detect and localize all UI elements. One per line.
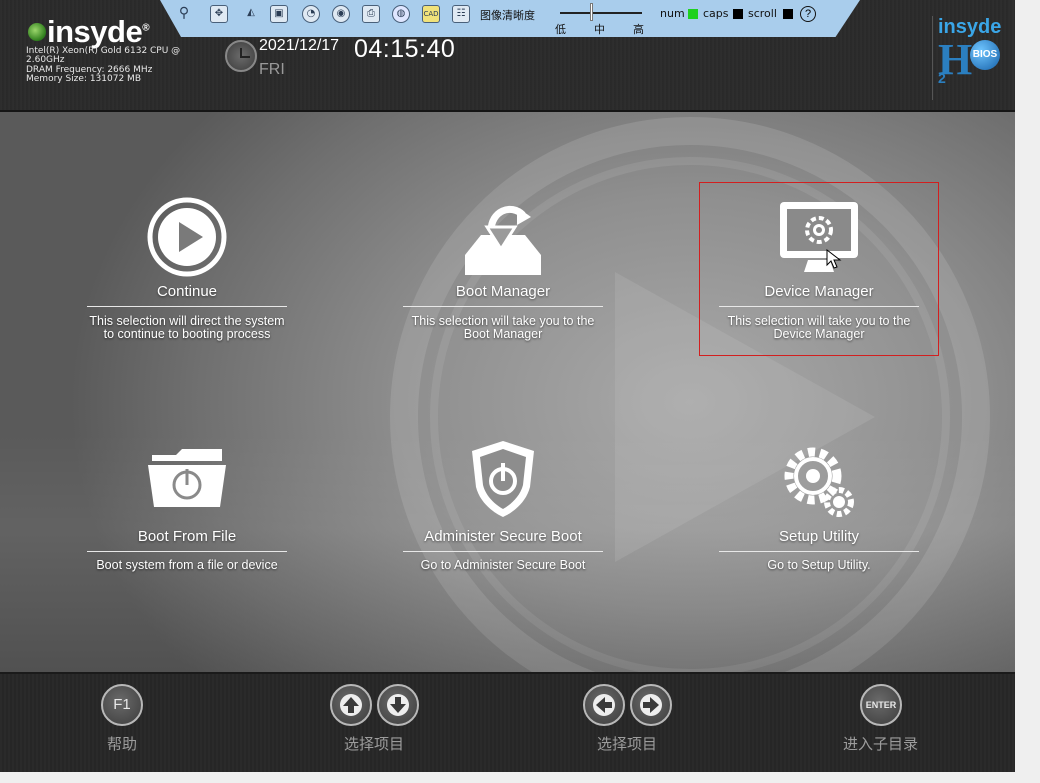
arrow-up-icon[interactable] xyxy=(330,684,372,726)
level-mid-label: 中 xyxy=(594,23,605,36)
insyde-h2o-logo: insyde H 2 BIOS xyxy=(932,16,1002,100)
keys-icon[interactable]: CAD xyxy=(422,5,440,23)
tile-title: Administer Secure Boot xyxy=(424,528,582,545)
tile-divider xyxy=(87,306,287,307)
tile-title: Boot From File xyxy=(137,528,237,545)
tile-setup-utility[interactable]: Setup Utility Go to Setup Utility. xyxy=(719,442,919,592)
bios-screen: insyde® Intel(R) Xeon(R) Gold 6132 CPU @… xyxy=(0,0,1015,772)
insyde-logo: insyde® xyxy=(28,14,150,50)
tile-boot-manager[interactable]: Boot Manager This selection will take yo… xyxy=(403,197,603,357)
mouse-cursor-icon xyxy=(826,248,842,274)
bios-badge-icon: BIOS xyxy=(970,40,1000,70)
enter-key-icon[interactable]: ENTER xyxy=(860,684,902,726)
arrow-right-icon[interactable] xyxy=(630,684,672,726)
date-display: 2021/12/17 xyxy=(259,37,340,54)
tile-divider xyxy=(403,551,603,552)
tile-description: This selection will direct the system to… xyxy=(89,314,285,341)
num-lock-indicator xyxy=(688,9,698,19)
settings-icon[interactable]: ☷ xyxy=(452,5,470,23)
f1-key-icon[interactable]: F1 xyxy=(101,684,143,726)
move-icon[interactable]: ✥ xyxy=(210,5,228,23)
enter-submenu-label: 进入子目录 xyxy=(843,735,919,753)
main-menu: Continue This selection will direct the … xyxy=(0,112,1015,672)
tile-device-manager[interactable]: Device Manager This selection will take … xyxy=(719,197,919,357)
caps-lock-indicator xyxy=(733,9,743,19)
cd-icon[interactable]: ◍ xyxy=(392,5,410,23)
arrow-left-icon[interactable] xyxy=(583,684,625,726)
tile-continue[interactable]: Continue This selection will direct the … xyxy=(87,197,287,357)
footer-bar: F1 帮助 选择项目 选择项目 ENTER 进入子目录 xyxy=(0,672,1015,772)
system-info: Intel(R) Xeon(R) Gold 6132 CPU @ 2.60GHz… xyxy=(26,46,196,84)
scroll-lock-indicator xyxy=(783,9,793,19)
time-display: 04:15:40 xyxy=(354,35,456,63)
screenshot-icon[interactable]: ▣ xyxy=(270,5,288,23)
tile-divider xyxy=(87,551,287,552)
select-item-vertical-label: 选择项目 xyxy=(344,735,405,753)
tile-description: Boot system from a file or device xyxy=(96,558,278,572)
tile-title: Continue xyxy=(156,283,218,300)
floppy-icon[interactable]: ⎙ xyxy=(362,5,380,23)
tile-boot-from-file[interactable]: Boot From File Boot system from a file o… xyxy=(87,442,287,592)
folder-power-icon xyxy=(146,445,228,516)
memory-info: Memory Size: 131072 MB xyxy=(26,73,141,84)
gears-icon xyxy=(777,440,861,527)
num-label: num xyxy=(660,7,685,20)
level-low-label: 低 xyxy=(555,23,566,36)
tile-title: Device Manager xyxy=(764,283,874,300)
disk-icon[interactable]: ◉ xyxy=(332,5,350,23)
help-icon[interactable]: ? xyxy=(800,6,816,22)
boot-manager-icon xyxy=(461,197,545,284)
tile-administer-secure-boot[interactable]: Administer Secure Boot Go to Administer … xyxy=(403,439,603,592)
tile-divider xyxy=(403,306,603,307)
image-quality-label: 图像清晰度 xyxy=(480,9,535,22)
arrow-down-icon[interactable] xyxy=(377,684,419,726)
tile-description: This selection will take you to the Devi… xyxy=(727,314,911,341)
tile-description: This selection will take you to the Boot… xyxy=(411,314,595,341)
shield-power-icon xyxy=(468,439,538,524)
cpu-info: Intel(R) Xeon(R) Gold 6132 CPU @ 2.60GHz xyxy=(26,46,181,66)
quality-slider-track[interactable] xyxy=(560,12,642,14)
clock-icon xyxy=(225,40,257,72)
quality-slider-handle[interactable] xyxy=(590,3,593,21)
tile-description: Go to Administer Secure Boot xyxy=(420,558,586,572)
tile-divider xyxy=(719,551,919,552)
tile-title: Boot Manager xyxy=(455,283,551,300)
monitor-gear-icon xyxy=(778,200,860,283)
day-display: FRI xyxy=(259,61,285,78)
level-high-label: 高 xyxy=(633,23,644,36)
play-circle-icon xyxy=(147,197,227,282)
tile-divider xyxy=(719,306,919,307)
record-icon[interactable]: ◔ xyxy=(302,5,320,23)
tile-description: Go to Setup Utility. xyxy=(767,558,871,572)
scroll-label: scroll xyxy=(748,7,777,20)
console-toolbar: ⚲ ✥ ◭ ▣ ◔ ◉ ⎙ ◍ CAD ☷ 图像清晰度 低 中 高 num ca… xyxy=(160,0,860,37)
caps-label: caps xyxy=(703,7,729,20)
fit-icon[interactable]: ◭ xyxy=(242,5,260,23)
pin-icon[interactable]: ⚲ xyxy=(175,5,193,23)
tile-title: Setup Utility xyxy=(778,528,860,545)
help-label: 帮助 xyxy=(107,735,138,753)
select-item-horizontal-label: 选择项目 xyxy=(597,735,658,753)
